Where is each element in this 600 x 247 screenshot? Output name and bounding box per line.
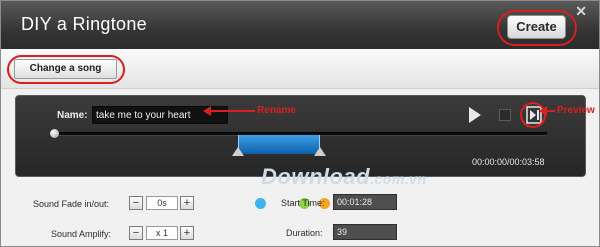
title-bar: DIY a Ringtone ✕ Create bbox=[1, 1, 599, 49]
sound-settings: Sound Fade in/out: − 0s + Sound Amplify:… bbox=[1, 177, 599, 246]
close-icon[interactable]: ✕ bbox=[575, 4, 587, 18]
duration-field[interactable]: 39 bbox=[333, 224, 397, 240]
playhead-knob[interactable] bbox=[50, 129, 59, 138]
amplify-decrease-button[interactable]: − bbox=[129, 226, 143, 240]
amplify-increase-button[interactable]: + bbox=[180, 226, 194, 240]
toolbar: Change a song bbox=[1, 49, 599, 89]
selection-start-handle[interactable] bbox=[232, 147, 244, 156]
sound-amplify-label: Sound Amplify: bbox=[51, 229, 112, 239]
preview-arrow-icon bbox=[539, 106, 555, 116]
name-label: Name: bbox=[57, 110, 88, 121]
fade-value: 0s bbox=[146, 196, 178, 210]
create-button[interactable]: Create bbox=[507, 15, 566, 39]
start-time-label: Start Time: bbox=[281, 198, 325, 208]
amplify-value: x 1 bbox=[146, 226, 178, 240]
sound-fade-label: Sound Fade in/out: bbox=[33, 199, 110, 209]
selection-end-handle[interactable] bbox=[314, 147, 326, 156]
stop-icon[interactable] bbox=[499, 109, 511, 121]
rename-arrow-icon bbox=[203, 106, 255, 116]
time-readout: 00:00:00/00:03:58 bbox=[472, 157, 545, 167]
preview-annotation: Preview bbox=[557, 105, 595, 116]
play-icon[interactable] bbox=[468, 106, 482, 124]
change-song-button[interactable]: Change a song bbox=[14, 59, 117, 79]
fade-decrease-button[interactable]: − bbox=[129, 196, 143, 210]
fade-increase-button[interactable]: + bbox=[180, 196, 194, 210]
duration-label: Duration: bbox=[286, 228, 323, 238]
start-time-field[interactable]: 00:01:28 bbox=[333, 194, 397, 210]
window-title: DIY a Ringtone bbox=[21, 14, 147, 34]
rename-annotation: Rename bbox=[257, 105, 296, 116]
clip-selection[interactable] bbox=[238, 135, 320, 154]
diy-ringtone-window: DIY a Ringtone ✕ Create Change a song Na… bbox=[0, 0, 600, 247]
